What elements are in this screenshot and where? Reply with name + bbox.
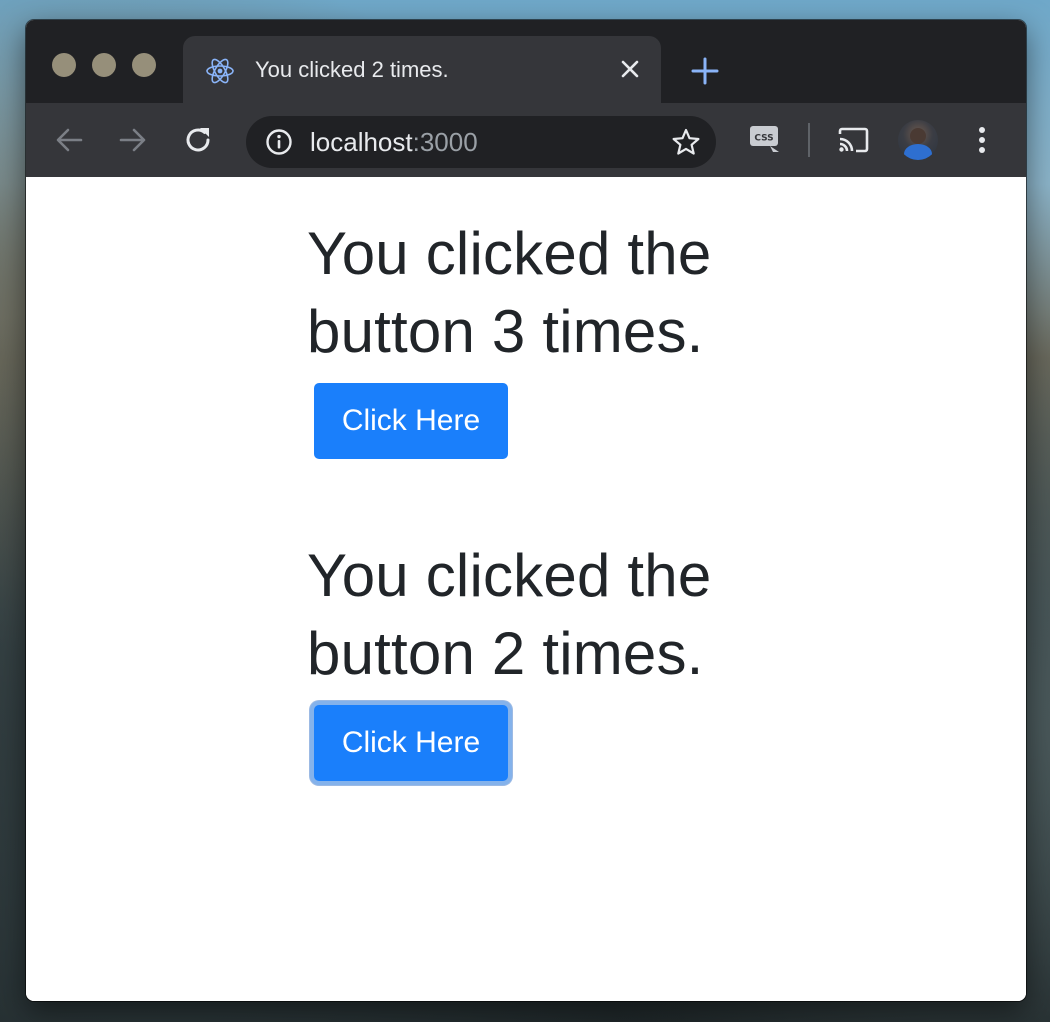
plus-icon[interactable] xyxy=(687,53,723,89)
forward-arrow-icon[interactable] xyxy=(115,122,151,158)
window-minimize-control[interactable] xyxy=(92,53,116,77)
toolbar-divider xyxy=(808,123,810,157)
counter-heading: You clicked the button 3 times. xyxy=(307,215,777,371)
counter-heading-line2: button 3 times. xyxy=(307,298,704,365)
counter-heading-line1: You clicked the xyxy=(307,220,712,287)
css-extension-icon[interactable]: CSS xyxy=(748,124,782,154)
info-icon[interactable] xyxy=(264,127,294,157)
browser-window: You clicked 2 times. localhost:3000 CSS … xyxy=(26,20,1026,1001)
back-arrow-icon[interactable] xyxy=(51,122,87,158)
cast-icon[interactable] xyxy=(835,122,871,158)
counter-heading-line2: button 2 times. xyxy=(307,620,704,687)
more-vertical-icon[interactable] xyxy=(964,122,1000,158)
close-icon[interactable] xyxy=(615,54,645,84)
window-zoom-control[interactable] xyxy=(132,53,156,77)
desktop-background: You clicked 2 times. localhost:3000 CSS … xyxy=(0,0,1050,1022)
page-content: You clicked the button 3 times. Click He… xyxy=(26,177,1026,1001)
tab-active[interactable]: You clicked 2 times. xyxy=(183,36,661,103)
click-here-button-focused[interactable]: Click Here xyxy=(314,705,508,781)
star-icon[interactable] xyxy=(670,126,702,158)
svg-text:CSS: CSS xyxy=(754,134,773,144)
browser-toolbar: localhost:3000 CSS xyxy=(26,103,1026,177)
window-close-control[interactable] xyxy=(52,53,76,77)
avatar[interactable] xyxy=(898,120,938,160)
counter-block-1: You clicked the button 3 times. Click He… xyxy=(307,215,777,459)
reload-icon[interactable] xyxy=(180,122,216,158)
counter-heading-line1: You clicked the xyxy=(307,542,712,609)
tab-strip: You clicked 2 times. xyxy=(26,20,1026,103)
address-bar[interactable]: localhost:3000 xyxy=(246,116,716,168)
url-text: localhost:3000 xyxy=(310,127,478,157)
counter-heading: You clicked the button 2 times. xyxy=(307,537,777,693)
avatar-shirt xyxy=(904,144,932,160)
avatar-head xyxy=(910,128,926,144)
counter-block-2: You clicked the button 2 times. Click He… xyxy=(307,537,777,781)
url-port: :3000 xyxy=(412,127,478,157)
url-host: localhost xyxy=(310,127,413,157)
click-here-button[interactable]: Click Here xyxy=(314,383,508,459)
react-logo-icon xyxy=(205,56,235,86)
tab-title: You clicked 2 times. xyxy=(255,57,449,82)
